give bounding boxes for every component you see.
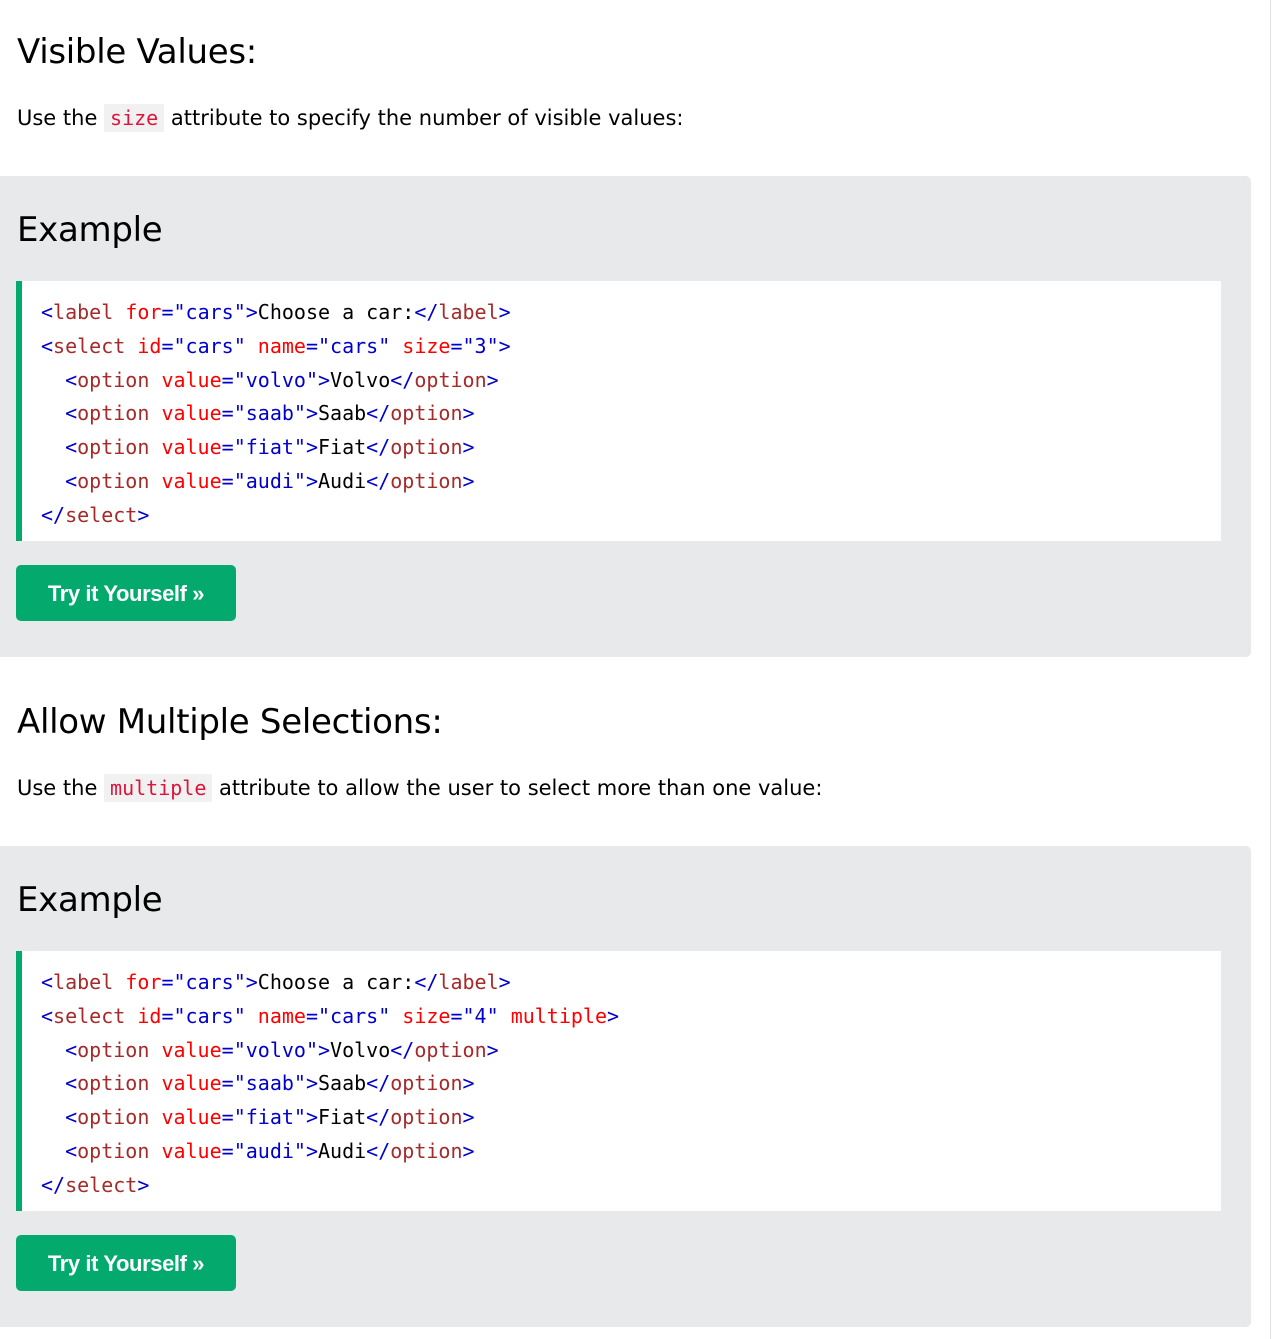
code-line-select: <select id="cars" name="cars" size="4" m…: [41, 1000, 1221, 1034]
code-line-end-select: </select>: [41, 502, 150, 527]
try-it-yourself-button[interactable]: Try it Yourself »: [16, 565, 236, 621]
attr-name: id: [137, 1003, 162, 1028]
code-block[interactable]: <label for="cars">Choose a car:</label> …: [16, 281, 1221, 541]
attr-name: size: [402, 1003, 451, 1028]
attr-eq: =: [305, 1003, 318, 1028]
example-box: Example <label for="cars">Choose a car:<…: [0, 846, 1251, 1327]
tag-bracket: >: [498, 300, 511, 324]
attr-name: id: [137, 333, 162, 358]
attr-name: for: [125, 970, 162, 994]
attr-eq: =: [450, 333, 463, 358]
tag-name: label: [53, 300, 114, 324]
attr-name: multiple: [510, 1003, 608, 1028]
inline-code: multiple: [104, 774, 213, 802]
attr-name: for: [125, 300, 162, 324]
code-line-option: <option value="volvo">Volvo</option>: [65, 1037, 499, 1062]
attr-value: "cars": [173, 300, 246, 324]
tag-name: select: [53, 333, 126, 358]
attr-eq: =: [305, 333, 318, 358]
example-title: Example: [17, 210, 163, 250]
section-intro: Use the size attribute to specify the nu…: [17, 104, 684, 132]
page-right-border: [1270, 0, 1271, 1339]
attr-value: "cars": [318, 1003, 391, 1028]
code-line-label: <label for="cars">Choose a car:</label>: [41, 966, 1221, 1000]
attr-value: "3": [462, 333, 499, 358]
code-line-option: <option value="audi">Audi</option>: [65, 1138, 475, 1163]
attr-name: name: [257, 1003, 306, 1028]
attr-name: size: [402, 333, 451, 358]
code-line-option: <option value="saab">Saab</option>: [65, 401, 475, 426]
code-line-option: <option value="fiat">Fiat</option>: [65, 435, 475, 460]
section-title: Visible Values:: [17, 32, 257, 72]
code-line-option: <option value="audi">Audi</option>: [65, 468, 475, 493]
code-block[interactable]: <label for="cars">Choose a car:</label> …: [16, 951, 1221, 1211]
tag-bracket: <: [41, 300, 54, 324]
tag-bracket: >: [498, 333, 511, 358]
label-text: Choose a car:: [257, 300, 415, 324]
intro-text-after: attribute to specify the number of visib…: [164, 106, 684, 130]
code-line-option: <option value="saab">Saab</option>: [65, 1071, 475, 1096]
attr-eq: =: [161, 1003, 174, 1028]
attr-eq: =: [450, 1003, 463, 1028]
intro-text-before: Use the: [17, 106, 105, 130]
tag-bracket: >: [245, 970, 258, 994]
tag-name: label: [53, 970, 114, 994]
attr-value: "cars": [173, 970, 246, 994]
example-title: Example: [17, 880, 163, 920]
tag-bracket: <: [41, 333, 54, 358]
code-line-option: <option value="fiat">Fiat</option>: [65, 1105, 475, 1130]
attr-value: "cars": [173, 333, 246, 358]
attr-eq: =: [161, 300, 174, 324]
tag-bracket: >: [498, 970, 511, 994]
tag-bracket: <: [41, 970, 54, 994]
example-box: Example <label for="cars">Choose a car:<…: [0, 176, 1251, 657]
code-line-label: <label for="cars">Choose a car:</label>: [41, 296, 1221, 330]
inline-code: size: [104, 104, 165, 132]
tag-bracket: >: [245, 300, 258, 324]
tag-bracket: >: [607, 1003, 620, 1028]
attr-value: "4": [462, 1003, 499, 1028]
try-it-yourself-button[interactable]: Try it Yourself »: [16, 1235, 236, 1291]
tag-name: select: [53, 1003, 126, 1028]
tag-name: label: [438, 970, 499, 994]
label-text: Choose a car:: [257, 970, 415, 994]
attr-value: "cars": [173, 1003, 246, 1028]
tag-bracket: </: [414, 300, 439, 324]
section-title: Allow Multiple Selections:: [17, 702, 443, 742]
attr-eq: =: [161, 970, 174, 994]
attr-value: "cars": [318, 333, 391, 358]
tag-name: label: [438, 300, 499, 324]
tag-bracket: </: [414, 970, 439, 994]
tag-bracket: <: [41, 1003, 54, 1028]
intro-text-before: Use the: [17, 776, 105, 800]
section-intro: Use the multiple attribute to allow the …: [17, 774, 823, 802]
code-line-select: <select id="cars" name="cars" size="3">: [41, 330, 1221, 364]
code-line-end-select: </select>: [41, 1172, 150, 1197]
intro-text-after: attribute to allow the user to select mo…: [212, 776, 823, 800]
code-line-option: <option value="volvo">Volvo</option>: [65, 367, 499, 392]
attr-eq: =: [161, 333, 174, 358]
attr-name: name: [257, 333, 306, 358]
